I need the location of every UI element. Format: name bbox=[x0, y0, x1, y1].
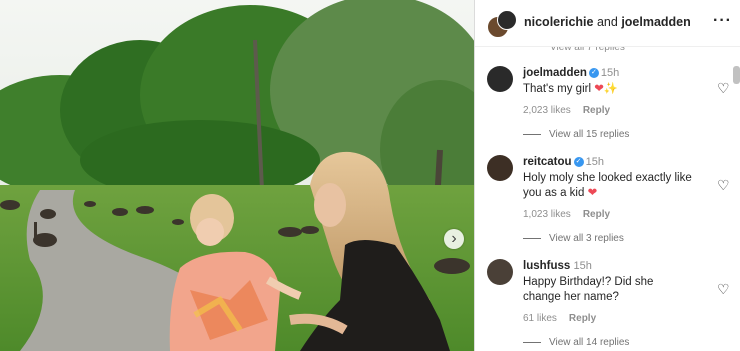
and-label: and bbox=[596, 15, 618, 29]
avatar[interactable] bbox=[487, 155, 513, 181]
heart-outline-icon[interactable]: ♡ bbox=[717, 80, 730, 97]
reply-button[interactable]: Reply bbox=[583, 105, 610, 116]
comment-username[interactable]: lushfuss bbox=[523, 260, 570, 272]
avatar[interactable] bbox=[487, 66, 513, 92]
next-photo-button[interactable]: › bbox=[444, 229, 464, 249]
author-link-1[interactable]: nicolerichie bbox=[524, 15, 593, 29]
reply-button[interactable]: Reply bbox=[583, 209, 610, 220]
comment: lushfuss 15h Happy Birthday!? Did she ch… bbox=[487, 259, 730, 329]
avatar[interactable] bbox=[487, 259, 513, 285]
chevron-right-icon: › bbox=[451, 230, 457, 247]
photo-scene bbox=[0, 0, 474, 351]
comment-text: That's my girl ❤✨ bbox=[523, 82, 693, 97]
view-replies-button[interactable]: View all 14 replies bbox=[523, 337, 629, 348]
divider bbox=[523, 238, 541, 239]
reply-button[interactable]: Reply bbox=[569, 313, 596, 324]
view-replies-label: View all 14 replies bbox=[549, 337, 630, 348]
view-replies-label: View all 15 replies bbox=[549, 129, 630, 140]
view-replies-button[interactable]: View all 15 replies bbox=[523, 129, 629, 140]
comment-time[interactable]: 15h bbox=[574, 260, 592, 272]
divider bbox=[523, 342, 541, 343]
comment-time[interactable]: 15h bbox=[586, 156, 604, 168]
comment-text: Holy moly she looked exactly like you as… bbox=[523, 171, 693, 201]
author-avatars[interactable] bbox=[487, 10, 517, 38]
comment-meta: 61 likes Reply bbox=[523, 313, 693, 324]
author-link-2[interactable]: joelmadden bbox=[621, 15, 690, 29]
scrollbar[interactable] bbox=[733, 66, 740, 84]
comment-username[interactable]: joelmadden bbox=[523, 67, 587, 79]
comment-time[interactable]: 15h bbox=[601, 67, 619, 79]
comment-body: joelmadden ✓ 15h That's my girl ❤✨ 2,023 l… bbox=[523, 66, 693, 116]
comment-username[interactable]: reitcatou bbox=[523, 156, 572, 168]
comment-likes[interactable]: 61 likes bbox=[523, 313, 557, 324]
post-photo[interactable]: › bbox=[0, 0, 474, 351]
more-options-icon[interactable]: ··· bbox=[713, 12, 732, 30]
verified-badge-icon: ✓ bbox=[588, 67, 599, 78]
heart-outline-icon[interactable]: ♡ bbox=[717, 281, 730, 298]
comment-text: Happy Birthday!? Did she change her name… bbox=[523, 275, 693, 305]
post-header: nicolerichie and joelmadden ··· bbox=[475, 0, 740, 47]
comment-body: reitcatou ✓ 15h Holy moly she looked exact… bbox=[523, 155, 693, 220]
heart-outline-icon[interactable]: ♡ bbox=[717, 177, 730, 194]
comment: reitcatou ✓ 15h Holy moly she looked exact… bbox=[487, 155, 730, 225]
comment-text-content: That's my girl bbox=[523, 83, 592, 95]
comment-emoji: ❤ bbox=[587, 187, 598, 199]
comment-text-content: Holy moly she looked exactly like you as… bbox=[523, 172, 692, 199]
comment-meta: 1,023 likes Reply bbox=[523, 209, 693, 220]
verified-badge-icon: ✓ bbox=[573, 156, 584, 167]
comments-panel: nicolerichie and joelmadden ··· View all… bbox=[474, 0, 740, 351]
avatar-joelmadden[interactable] bbox=[497, 10, 517, 30]
comment-text-content: Happy Birthday!? Did she change her name… bbox=[523, 276, 654, 303]
comment-likes[interactable]: 2,023 likes bbox=[523, 105, 571, 116]
comment-emoji: ❤✨ bbox=[594, 83, 619, 95]
view-replies-label: View all 3 replies bbox=[549, 233, 624, 244]
comment-meta: 2,023 likes Reply bbox=[523, 105, 693, 116]
post-authors: nicolerichie and joelmadden bbox=[524, 15, 691, 29]
comment-likes[interactable]: 1,023 likes bbox=[523, 209, 571, 220]
view-replies-button[interactable]: View all 3 replies bbox=[523, 233, 624, 244]
comment-body: lushfuss 15h Happy Birthday!? Did she ch… bbox=[523, 259, 693, 324]
comment: joelmadden ✓ 15h That's my girl ❤✨ 2,023 l… bbox=[487, 66, 730, 126]
divider bbox=[523, 134, 541, 135]
